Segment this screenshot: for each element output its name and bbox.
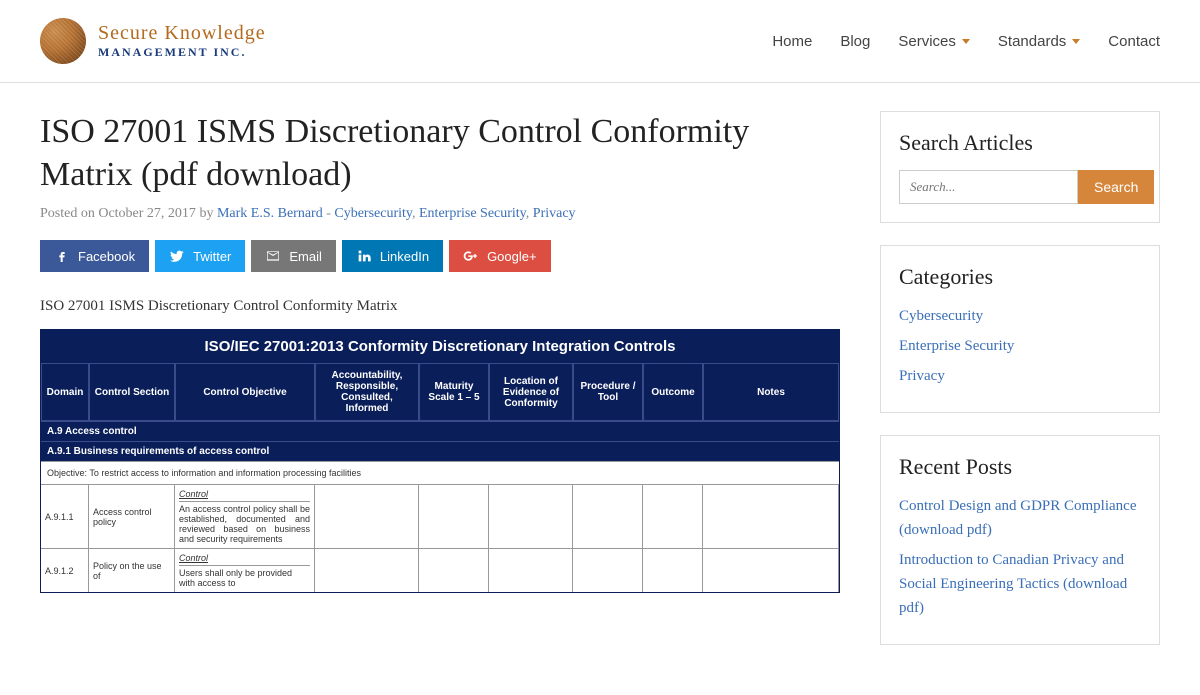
post-lead: ISO 27001 ISMS Discretionary Control Con… bbox=[40, 298, 840, 315]
col-location: Location of Evidence of Conformity bbox=[489, 363, 573, 421]
category-link[interactable]: Cybersecurity bbox=[899, 304, 1141, 328]
main-nav: Home Blog Services Standards Contact bbox=[772, 33, 1160, 50]
matrix-title: ISO/IEC 27001:2013 Conformity Discretion… bbox=[41, 330, 839, 363]
search-input[interactable] bbox=[899, 170, 1078, 204]
googleplus-icon bbox=[463, 248, 479, 264]
author-link[interactable]: Mark E.S. Bernard bbox=[217, 206, 323, 221]
chevron-down-icon bbox=[1072, 39, 1080, 44]
twitter-icon bbox=[169, 248, 185, 264]
col-maturity: Maturity Scale 1 – 5 bbox=[419, 363, 489, 421]
nav-contact[interactable]: Contact bbox=[1108, 33, 1160, 50]
logo-icon bbox=[40, 18, 86, 64]
tag-link[interactable]: Cybersecurity bbox=[334, 206, 412, 221]
col-accountability: Accountability, Responsible, Consulted, … bbox=[315, 363, 419, 421]
post-title: ISO 27001 ISMS Discretionary Control Con… bbox=[40, 111, 840, 196]
col-section: Control Section bbox=[89, 363, 175, 421]
matrix-section: A.9 Access control bbox=[41, 421, 839, 441]
col-procedure: Procedure / Tool bbox=[573, 363, 643, 421]
main-content: ISO 27001 ISMS Discretionary Control Con… bbox=[40, 111, 840, 667]
facebook-icon bbox=[54, 248, 70, 264]
table-row: A.9.1.2 Policy on the use of ControlUser… bbox=[41, 548, 839, 592]
email-icon bbox=[265, 248, 281, 264]
share-email[interactable]: Email bbox=[251, 240, 336, 272]
categories-title: Categories bbox=[899, 264, 1141, 290]
site-header: Secure Knowledge MANAGEMENT INC. Home Bl… bbox=[0, 0, 1200, 83]
col-domain: Domain bbox=[41, 363, 89, 421]
search-button[interactable]: Search bbox=[1078, 170, 1154, 204]
logo-text: Secure Knowledge MANAGEMENT INC. bbox=[98, 22, 266, 60]
tag-link[interactable]: Enterprise Security bbox=[419, 206, 526, 221]
search-widget: Search Articles Search bbox=[880, 111, 1160, 223]
nav-blog[interactable]: Blog bbox=[840, 33, 870, 50]
nav-standards[interactable]: Standards bbox=[998, 33, 1080, 50]
recent-posts-widget: Recent Posts Control Design and GDPR Com… bbox=[880, 435, 1160, 645]
matrix-objective: Objective: To restrict access to informa… bbox=[41, 461, 839, 484]
share-twitter[interactable]: Twitter bbox=[155, 240, 245, 272]
linkedin-icon bbox=[356, 248, 372, 264]
logo-line1: Secure Knowledge bbox=[98, 22, 266, 45]
share-buttons: Facebook Twitter Email LinkedIn Google+ bbox=[40, 240, 840, 272]
tag-link[interactable]: Privacy bbox=[533, 206, 576, 221]
category-link[interactable]: Enterprise Security bbox=[899, 334, 1141, 358]
col-notes: Notes bbox=[703, 363, 839, 421]
post-link[interactable]: Introduction to Canadian Privacy and Soc… bbox=[899, 548, 1141, 620]
categories-widget: Categories Cybersecurity Enterprise Secu… bbox=[880, 245, 1160, 413]
matrix-subsection: A.9.1 Business requirements of access co… bbox=[41, 441, 839, 461]
chevron-down-icon bbox=[962, 39, 970, 44]
logo-line2: MANAGEMENT INC. bbox=[98, 45, 266, 60]
share-linkedin[interactable]: LinkedIn bbox=[342, 240, 443, 272]
table-row: A.9.1.1 Access control policy ControlAn … bbox=[41, 484, 839, 548]
post-meta: Posted on October 27, 2017 by Mark E.S. … bbox=[40, 206, 840, 222]
nav-home[interactable]: Home bbox=[772, 33, 812, 50]
recent-title: Recent Posts bbox=[899, 454, 1141, 480]
col-objective: Control Objective bbox=[175, 363, 315, 421]
matrix-header-row: Domain Control Section Control Objective… bbox=[41, 363, 839, 421]
share-googleplus[interactable]: Google+ bbox=[449, 240, 551, 272]
sidebar: Search Articles Search Categories Cybers… bbox=[880, 111, 1160, 667]
conformity-matrix: ISO/IEC 27001:2013 Conformity Discretion… bbox=[40, 329, 840, 593]
search-title: Search Articles bbox=[899, 130, 1141, 156]
category-link[interactable]: Privacy bbox=[899, 364, 1141, 388]
site-logo[interactable]: Secure Knowledge MANAGEMENT INC. bbox=[40, 18, 266, 64]
nav-services[interactable]: Services bbox=[898, 33, 970, 50]
col-outcome: Outcome bbox=[643, 363, 703, 421]
share-facebook[interactable]: Facebook bbox=[40, 240, 149, 272]
post-link[interactable]: Control Design and GDPR Compliance (down… bbox=[899, 494, 1141, 542]
